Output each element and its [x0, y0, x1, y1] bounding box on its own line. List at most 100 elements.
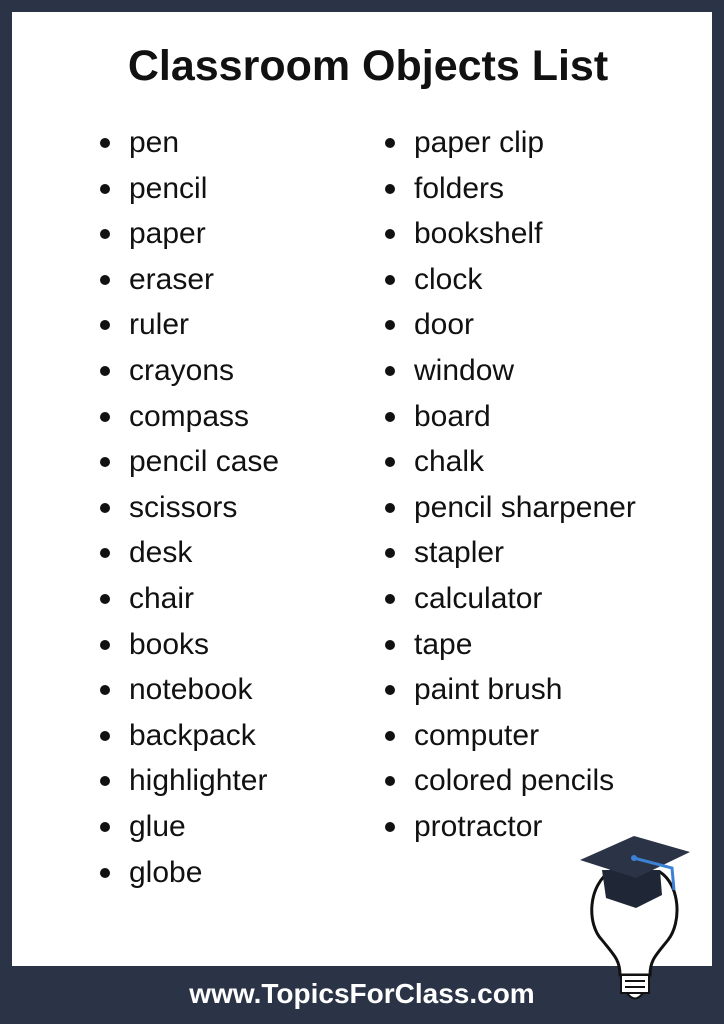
list-item-text: door: [414, 308, 475, 342]
list-item-text: chair: [129, 581, 195, 615]
list-item-text: backpack: [129, 718, 256, 752]
list-item: paint brush: [385, 671, 636, 717]
list-item: eraser: [100, 261, 279, 307]
list-item-text: paper clip: [414, 126, 545, 159]
bullet-icon: [385, 502, 395, 513]
bullet-icon: [385, 138, 395, 148]
list-item: backpack: [100, 717, 279, 763]
list-item-text: globe: [129, 855, 203, 889]
list-item: stapler: [385, 534, 636, 580]
bullet-icon: [100, 457, 110, 468]
bullet-icon: [100, 821, 110, 832]
bullet-icon: [100, 365, 110, 376]
list-item: globe: [100, 854, 279, 900]
list-item-text: pencil case: [129, 445, 280, 479]
bullet-icon: [385, 365, 395, 376]
list-item: notebook: [100, 671, 279, 717]
list-item: highlighter: [100, 762, 279, 808]
list-item-text: colored pencils: [414, 764, 615, 798]
list-item: pencil: [100, 170, 279, 216]
list-item-text: board: [414, 399, 491, 433]
list-item: bookshelf: [385, 215, 636, 261]
bullet-icon: [385, 320, 395, 331]
list-item: scissors: [100, 489, 279, 535]
bullet-icon: [385, 639, 395, 650]
list-item-text: clock: [414, 262, 483, 296]
bullet-icon: [100, 867, 110, 878]
list-item: calculator: [385, 580, 636, 626]
list-item-text: highlighter: [129, 764, 268, 798]
list-item-text: ruler: [129, 308, 190, 342]
list-item-text: notebook: [129, 673, 253, 707]
list-item-text: paint brush: [414, 673, 563, 707]
list-item-text: compass: [129, 399, 250, 433]
bullet-icon: [385, 411, 395, 422]
list-item-text: stapler: [414, 536, 505, 570]
list-item-text: paper: [129, 217, 206, 251]
bullet-icon: [385, 548, 395, 559]
list-item-text: chalk: [414, 445, 485, 479]
list-item-text: books: [129, 627, 210, 661]
list-item: pencil sharpener: [385, 489, 636, 535]
list-item: pen: [100, 124, 279, 170]
list-item-text: pencil: [129, 171, 208, 205]
list-item-text: glue: [129, 809, 186, 843]
bullet-icon: [100, 411, 110, 422]
list-item: tape: [385, 626, 636, 672]
bullet-icon: [100, 320, 110, 331]
bullet-icon: [385, 457, 395, 468]
list-item: computer: [385, 717, 636, 763]
bullet-icon: [100, 639, 110, 650]
list-item: door: [385, 306, 636, 352]
list-item-text: crayons: [129, 353, 235, 387]
list-item: books: [100, 626, 279, 672]
list-item-text: computer: [414, 718, 540, 752]
list-item: chair: [100, 580, 279, 626]
list-item-text: scissors: [129, 490, 238, 524]
list-item-text: bookshelf: [414, 217, 543, 251]
list-item: compass: [100, 398, 279, 444]
list-item-text: desk: [129, 536, 193, 570]
list-item: paper: [100, 215, 279, 261]
list-item-text: eraser: [129, 262, 215, 296]
bullet-icon: [385, 229, 395, 240]
bullet-icon: [100, 183, 110, 194]
list-item: chalk: [385, 443, 636, 489]
bullet-icon: [385, 730, 395, 741]
list-item-text: protractor: [414, 809, 543, 843]
list-item: board: [385, 398, 636, 444]
bullet-icon: [100, 138, 110, 148]
list-item-text: window: [414, 353, 515, 387]
list-item: pencil case: [100, 443, 279, 489]
list-item: crayons: [100, 352, 279, 398]
list-item-text: pencil sharpener: [414, 490, 636, 524]
bullet-icon: [100, 593, 110, 604]
list-item: folders: [385, 170, 636, 216]
list-item-text: tape: [414, 627, 473, 661]
right-list: paper clip folders bookshelf clock door windo…: [385, 124, 636, 854]
bullet-icon: [100, 502, 110, 513]
list-item: paper clip: [385, 124, 636, 170]
bullet-icon: [100, 548, 110, 559]
list-item-text: folders: [414, 171, 505, 205]
website-footer[interactable]: www.TopicsForClass.com: [0, 978, 724, 1010]
bullet-icon: [100, 776, 110, 787]
list-item: glue: [100, 808, 279, 854]
bullet-icon: [385, 183, 395, 194]
bullet-icon: [385, 821, 395, 832]
bullet-icon: [100, 229, 110, 240]
content-panel: Classroom Objects List pen pencil paper era…: [12, 12, 712, 966]
bullet-icon: [100, 685, 110, 696]
list-item: colored pencils: [385, 762, 636, 808]
list-item-text: calculator: [414, 581, 543, 615]
bullet-icon: [385, 776, 395, 787]
list-item: desk: [100, 534, 279, 580]
list-item: ruler: [100, 306, 279, 352]
left-list: pen pencil paper eraser ruler crayons compass p…: [100, 124, 279, 899]
list-item: clock: [385, 261, 636, 307]
bullet-icon: [100, 730, 110, 741]
bullet-icon: [100, 274, 110, 285]
bullet-icon: [385, 593, 395, 604]
list-item: window: [385, 352, 636, 398]
bullet-icon: [385, 685, 395, 696]
